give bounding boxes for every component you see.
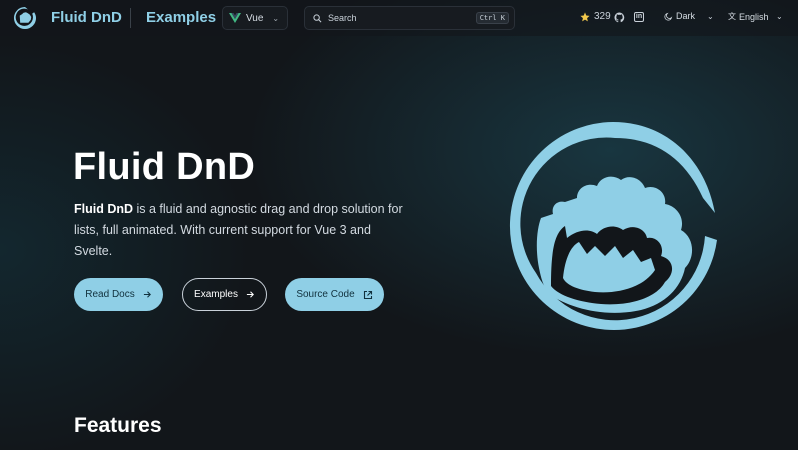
nav-divider bbox=[130, 8, 131, 28]
theme-label: Dark bbox=[676, 11, 696, 21]
linkedin-icon[interactable]: in bbox=[634, 12, 644, 22]
hero-description: Fluid DnD is a fluid and agnostic drag a… bbox=[74, 199, 404, 262]
hero-title: Fluid DnD bbox=[73, 146, 256, 188]
examples-button-label: Examples bbox=[194, 289, 238, 300]
source-code-button[interactable]: Source Code bbox=[285, 278, 384, 311]
framework-select[interactable]: Vue ⌄ bbox=[222, 6, 288, 30]
moon-icon bbox=[664, 12, 673, 21]
read-docs-label: Read Docs bbox=[85, 289, 135, 300]
language-switcher[interactable]: 文 English bbox=[728, 11, 769, 22]
github-icon[interactable] bbox=[614, 12, 625, 23]
top-navbar: Fluid DnD Examples Vue ⌄ Search Ctrl K 3… bbox=[0, 0, 798, 36]
search-icon bbox=[313, 13, 322, 22]
arrow-right-icon bbox=[246, 291, 254, 298]
brand-name[interactable]: Fluid DnD bbox=[51, 9, 122, 26]
hero-description-strong: Fluid DnD bbox=[74, 202, 134, 216]
language-chevron-down-icon[interactable]: ⌄ bbox=[776, 12, 783, 21]
stars-count: 329 bbox=[594, 11, 611, 22]
theme-switcher[interactable]: Dark bbox=[664, 11, 695, 21]
language-label: English bbox=[739, 11, 769, 22]
chevron-down-icon: ⌄ bbox=[272, 13, 280, 23]
read-docs-button[interactable]: Read Docs bbox=[74, 278, 163, 311]
framework-select-value: Vue bbox=[246, 12, 264, 24]
examples-button[interactable]: Examples bbox=[182, 278, 267, 311]
theme-chevron-down-icon[interactable]: ⌄ bbox=[707, 12, 714, 21]
translate-icon: 文 bbox=[728, 12, 736, 21]
arrow-right-icon bbox=[143, 291, 151, 298]
search-shortcut: Ctrl K bbox=[475, 12, 509, 24]
search-button[interactable]: Search Ctrl K bbox=[304, 6, 515, 30]
examples-nav-link[interactable]: Examples bbox=[146, 9, 216, 26]
fluid-dnd-logo-icon[interactable] bbox=[13, 6, 37, 30]
star-icon bbox=[580, 11, 590, 21]
github-stars[interactable]: 329 bbox=[580, 11, 611, 22]
fluid-dnd-hero-logo-icon bbox=[509, 122, 717, 330]
external-link-icon bbox=[363, 290, 372, 299]
features-heading: Features bbox=[74, 414, 162, 437]
search-placeholder: Search bbox=[328, 13, 357, 23]
vue-icon bbox=[229, 13, 241, 23]
source-code-label: Source Code bbox=[296, 289, 355, 300]
